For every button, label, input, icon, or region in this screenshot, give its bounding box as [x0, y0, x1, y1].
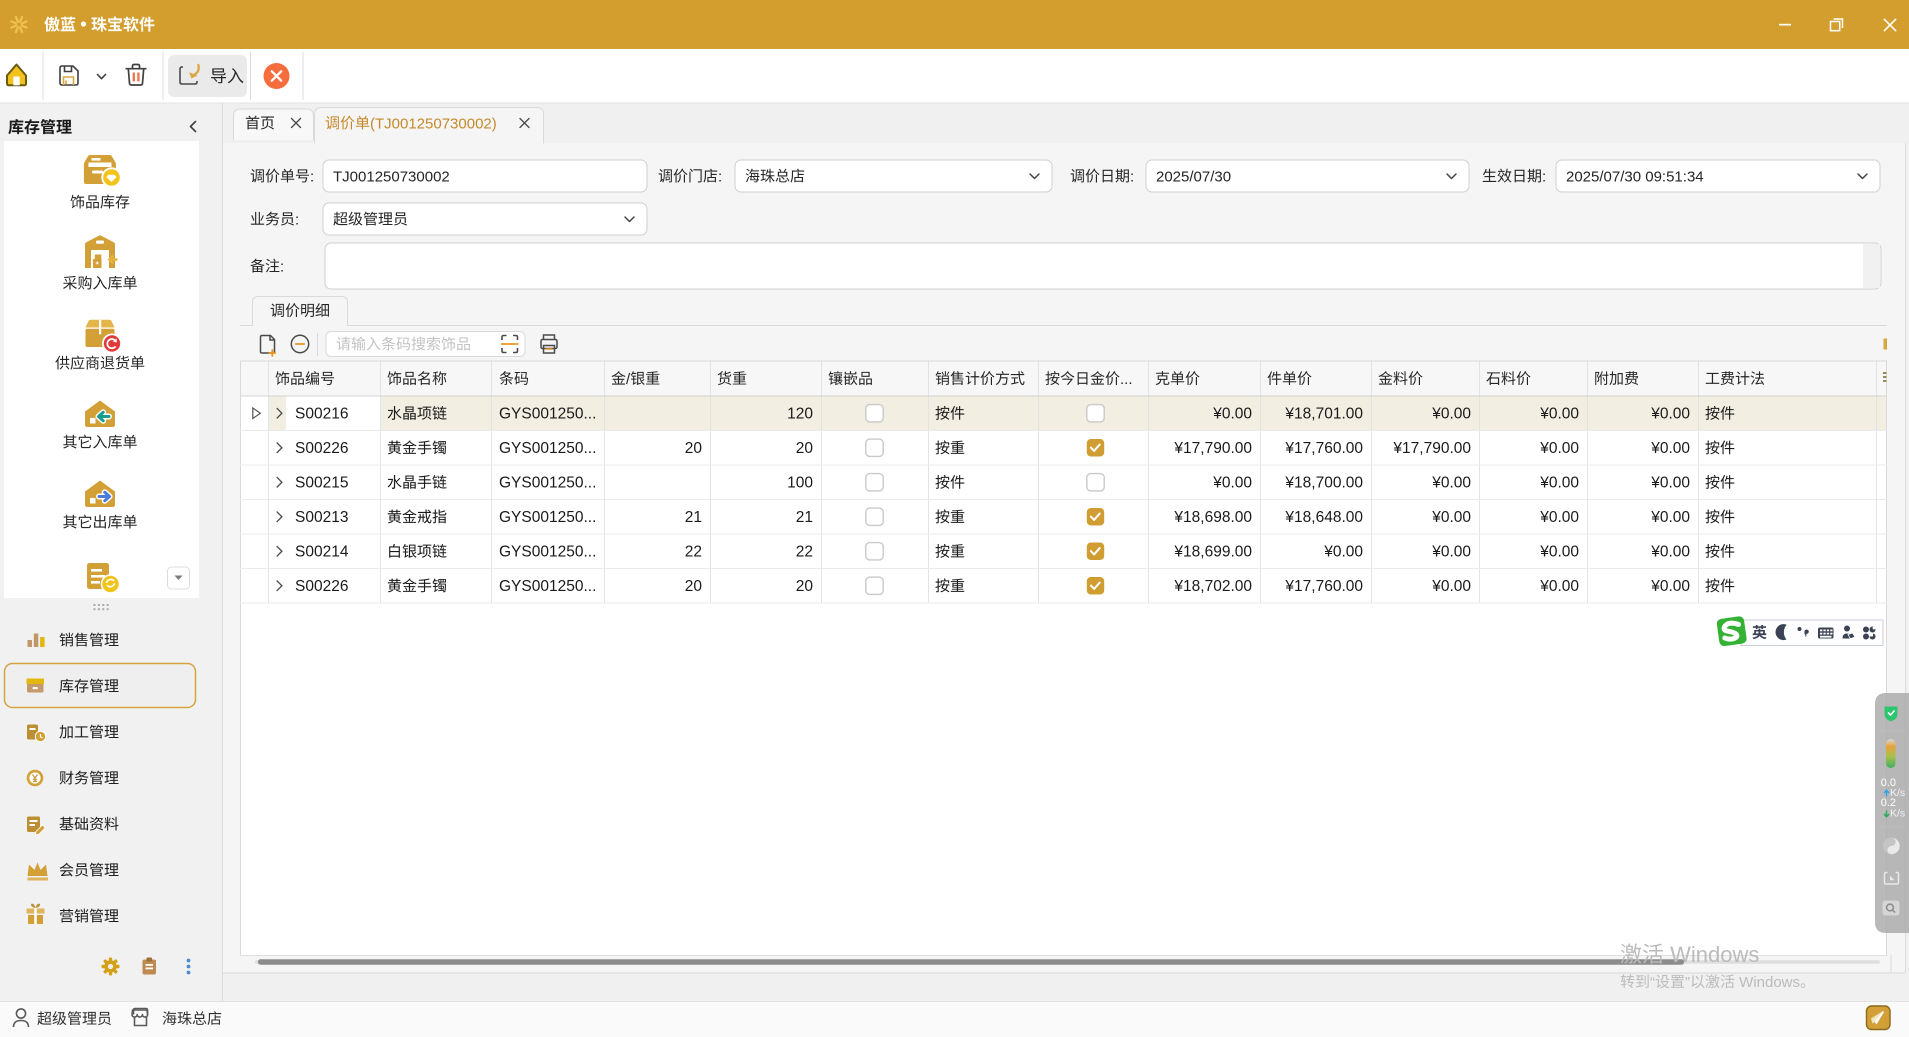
svg-text:¥0.00: ¥0.00 [1212, 406, 1252, 423]
svg-text:21: 21 [796, 509, 813, 526]
svg-text:S00214: S00214 [295, 544, 349, 561]
svg-text:¥0.00: ¥0.00 [1650, 578, 1690, 595]
svg-text:¥0.00: ¥0.00 [1650, 509, 1690, 526]
svg-text:TJ001250730002: TJ001250730002 [333, 168, 450, 185]
svg-text:¥0.00: ¥0.00 [1650, 475, 1690, 492]
svg-text:20: 20 [685, 578, 703, 595]
svg-text:¥0.00: ¥0.00 [1431, 475, 1471, 492]
svg-text:GYS001250...: GYS001250... [499, 578, 596, 595]
svg-text:GYS001250...: GYS001250... [499, 544, 596, 561]
svg-text:21: 21 [685, 509, 702, 526]
svg-text:22: 22 [796, 544, 813, 561]
svg-text::: : [718, 168, 722, 185]
svg-text:...: ... [1120, 371, 1133, 388]
svg-text:22: 22 [685, 544, 702, 561]
svg-text:120: 120 [787, 406, 813, 423]
svg-text:”: ” [1685, 974, 1690, 991]
svg-text:¥17,760.00: ¥17,760.00 [1284, 440, 1363, 457]
svg-text:S00215: S00215 [295, 475, 348, 492]
svg-text:¥0.00: ¥0.00 [1212, 475, 1252, 492]
svg-text:K/s: K/s [1890, 808, 1905, 820]
svg-text:(TJ001250730002): (TJ001250730002) [370, 115, 497, 132]
svg-text:¥0.00: ¥0.00 [1539, 509, 1579, 526]
svg-text:“: “ [1650, 974, 1655, 991]
svg-text:GYS001250...: GYS001250... [499, 440, 596, 457]
svg-text:S00216: S00216 [295, 406, 348, 423]
svg-text:¥18,698.00: ¥18,698.00 [1173, 509, 1252, 526]
svg-text::: : [1542, 168, 1546, 185]
svg-text:¥0.00: ¥0.00 [1539, 440, 1579, 457]
svg-text:Windows: Windows [1735, 974, 1800, 991]
svg-text:Windows: Windows [1664, 942, 1759, 967]
svg-text:¥0.00: ¥0.00 [1539, 544, 1579, 561]
svg-text:¥0.00: ¥0.00 [1650, 544, 1690, 561]
svg-text:¥0.00: ¥0.00 [1431, 544, 1471, 561]
svg-text:20: 20 [796, 440, 814, 457]
svg-text:GYS001250...: GYS001250... [499, 406, 596, 423]
svg-text:S00226: S00226 [295, 578, 348, 595]
svg-text:¥18,702.00: ¥18,702.00 [1173, 578, 1252, 595]
svg-text:2025/07/30 09:51:34: 2025/07/30 09:51:34 [1566, 168, 1704, 185]
svg-text:2025/07/30: 2025/07/30 [1156, 168, 1231, 185]
svg-text:¥17,760.00: ¥17,760.00 [1284, 578, 1363, 595]
svg-text:GYS001250...: GYS001250... [499, 475, 596, 492]
svg-text:¥17,790.00: ¥17,790.00 [1173, 440, 1252, 457]
svg-text:S00213: S00213 [295, 509, 348, 526]
svg-text::: : [310, 168, 314, 185]
svg-text:¥0.00: ¥0.00 [1431, 406, 1471, 423]
svg-text:¥0.00: ¥0.00 [1650, 440, 1690, 457]
svg-text:¥18,648.00: ¥18,648.00 [1284, 509, 1363, 526]
svg-text:¥0.00: ¥0.00 [1650, 406, 1690, 423]
svg-text:¥18,699.00: ¥18,699.00 [1173, 544, 1252, 561]
svg-text:20: 20 [796, 578, 814, 595]
svg-text:GYS001250...: GYS001250... [499, 509, 596, 526]
svg-text::: : [295, 211, 299, 228]
svg-text:¥0.00: ¥0.00 [1323, 544, 1363, 561]
svg-text:¥0.00: ¥0.00 [1431, 578, 1471, 595]
svg-text:¥0.00: ¥0.00 [1539, 578, 1579, 595]
svg-text:S00226: S00226 [295, 440, 348, 457]
svg-text:20: 20 [685, 440, 703, 457]
svg-text::: : [280, 258, 284, 275]
svg-text:¥0.00: ¥0.00 [1539, 406, 1579, 423]
svg-text:¥17,790.00: ¥17,790.00 [1392, 440, 1471, 457]
svg-text:¥18,700.00: ¥18,700.00 [1284, 475, 1363, 492]
svg-text::: : [1130, 168, 1134, 185]
svg-text:¥0.00: ¥0.00 [1431, 509, 1471, 526]
svg-text:¥18,701.00: ¥18,701.00 [1284, 406, 1363, 423]
svg-text:100: 100 [787, 475, 813, 492]
svg-text:¥0.00: ¥0.00 [1539, 475, 1579, 492]
